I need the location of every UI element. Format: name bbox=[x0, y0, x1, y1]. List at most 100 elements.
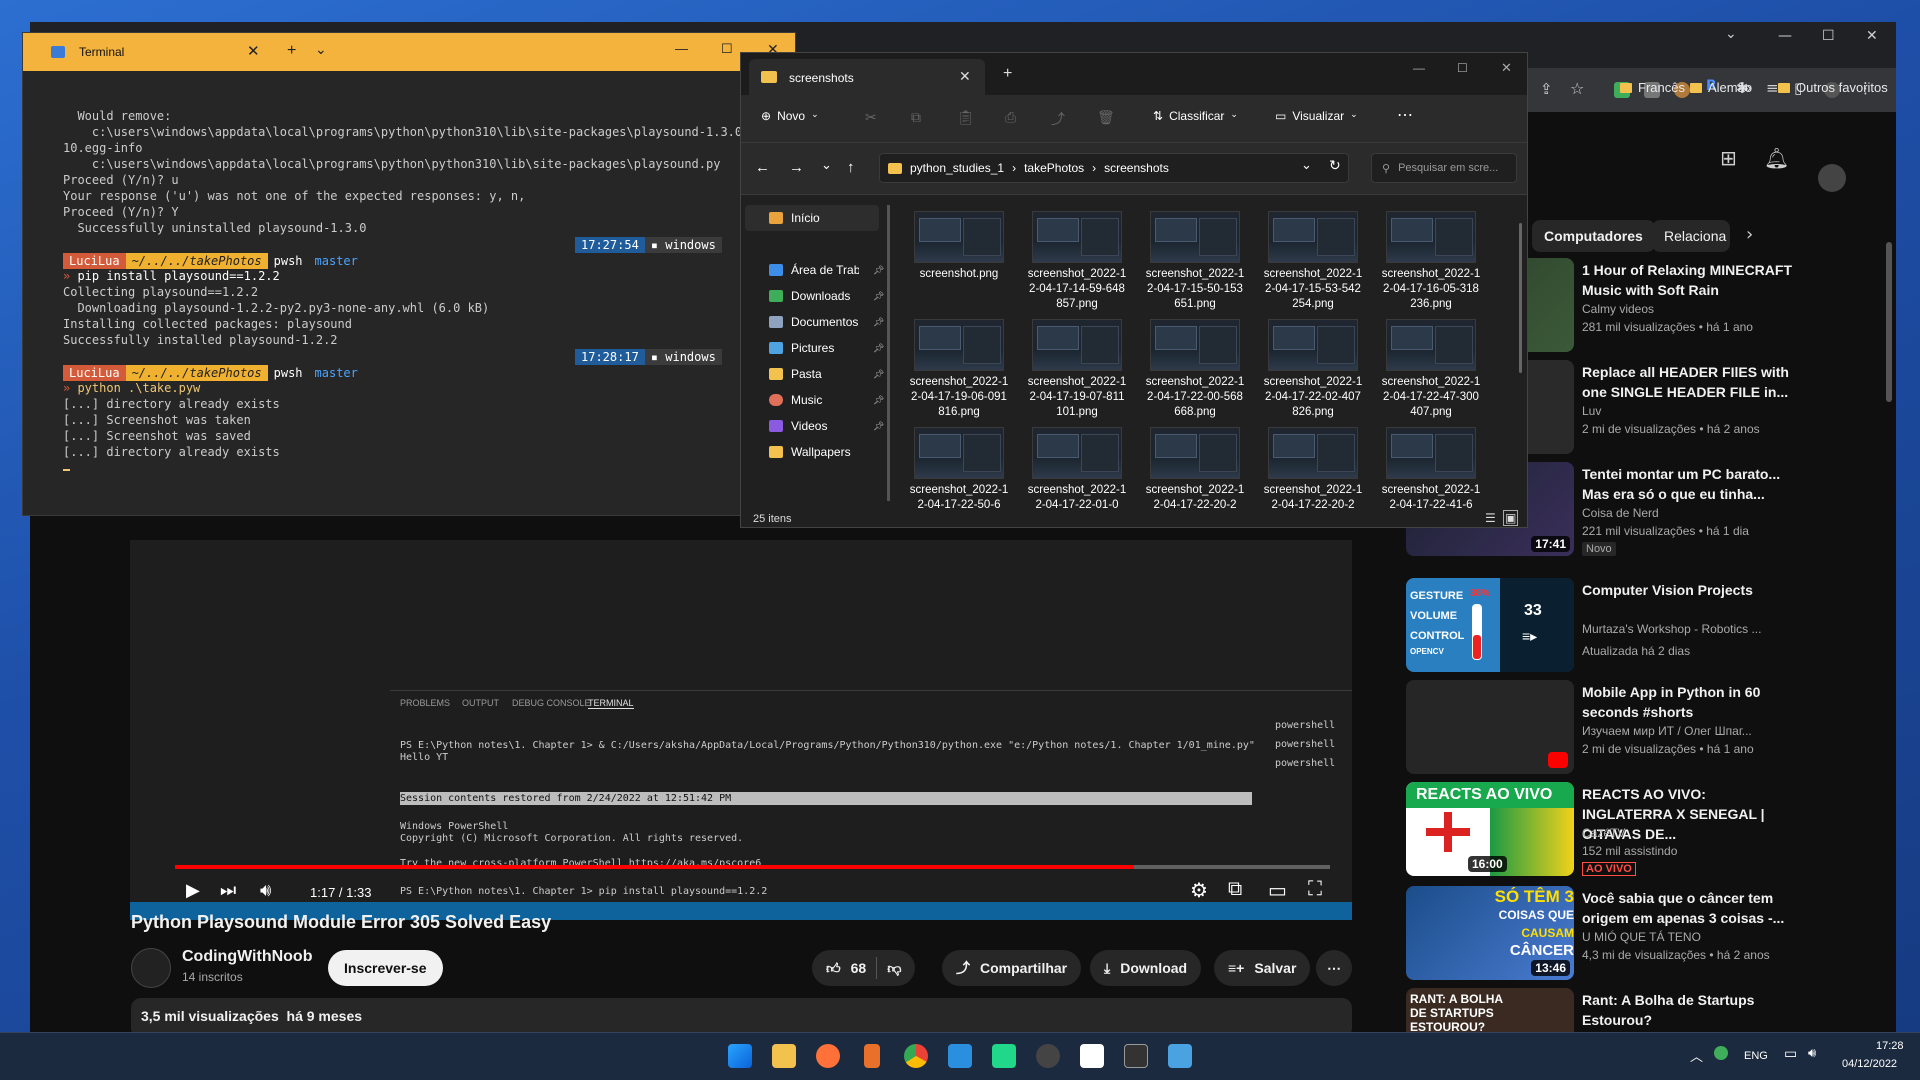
start-icon[interactable] bbox=[728, 1044, 752, 1068]
channel-avatar[interactable] bbox=[131, 948, 171, 988]
file-item[interactable]: screenshot_2022-12-04-17-15-53-542254.pn… bbox=[1263, 211, 1363, 312]
file-item[interactable]: screenshot_2022-12-04-17-22-00-568668.pn… bbox=[1145, 319, 1245, 420]
share-button[interactable]: ⤴ Compartilhar bbox=[942, 950, 1082, 986]
vscode-icon[interactable] bbox=[948, 1044, 972, 1068]
file-item[interactable]: screenshot_2022-12-04-17-22-02-407826.pn… bbox=[1263, 319, 1363, 420]
more-actions-button[interactable]: ⋯ bbox=[1316, 950, 1352, 986]
fullscreen-icon[interactable]: ⛶ bbox=[1308, 878, 1322, 901]
close-icon[interactable]: ✕ bbox=[1866, 28, 1878, 44]
file-explorer-icon[interactable] bbox=[772, 1044, 796, 1068]
settings-icon[interactable]: ⚙ bbox=[1190, 878, 1208, 903]
new-tab-icon[interactable]: + bbox=[287, 42, 296, 60]
details-view-icon[interactable]: ☰ bbox=[1485, 511, 1496, 525]
nav-downloads[interactable]: Downloads bbox=[769, 289, 850, 303]
chip-relacionados[interactable]: Relaciona bbox=[1652, 220, 1730, 252]
chevron-right-icon[interactable]: » bbox=[1744, 80, 1751, 95]
thumbs-down-icon[interactable]: 👎︎ bbox=[887, 960, 901, 977]
theater-icon[interactable]: ▭ bbox=[1268, 878, 1287, 903]
chevron-up-icon[interactable]: ︿ bbox=[1690, 1046, 1703, 1065]
explorer-tab[interactable]: screenshots ✕ bbox=[749, 59, 985, 95]
maximize-icon[interactable]: ☐ bbox=[721, 41, 733, 57]
create-video-icon[interactable]: ⊞ bbox=[1720, 146, 1737, 170]
new-tab-icon[interactable]: + bbox=[1003, 65, 1012, 83]
paste-icon[interactable]: 📋︎ bbox=[957, 109, 975, 126]
new-button[interactable]: ⊕ Novo ⌄ bbox=[761, 109, 819, 123]
minimize-icon[interactable]: — bbox=[1778, 28, 1792, 44]
share-icon[interactable]: ⤴ bbox=[1051, 109, 1065, 129]
file-item[interactable]: screenshot_2022-12-04-17-22-41-6 bbox=[1381, 427, 1481, 509]
microphone-icon[interactable] bbox=[864, 1044, 880, 1068]
volume-icon[interactable]: 🔊︎ bbox=[260, 880, 271, 901]
chevron-down-icon[interactable]: ⌄ bbox=[1301, 157, 1312, 173]
terminal-icon[interactable] bbox=[1124, 1044, 1148, 1068]
close-icon[interactable]: ✕ bbox=[1501, 60, 1512, 76]
save-button[interactable]: ≡+ Salvar bbox=[1214, 950, 1311, 986]
chevron-down-icon[interactable]: ⌄ bbox=[315, 41, 327, 58]
breadcrumb-item[interactable]: python_studies_1 bbox=[910, 161, 1004, 175]
file-item[interactable]: screenshot_2022-12-04-17-14-59-648857.pn… bbox=[1027, 211, 1127, 312]
address-bar[interactable]: python_studies_1 › takePhotos › screenshot… bbox=[879, 153, 1349, 183]
firefox-icon[interactable] bbox=[816, 1044, 840, 1068]
account-avatar[interactable] bbox=[1818, 164, 1846, 192]
rec-video[interactable]: REACTS AO VIVO 16:00 REACTS AO VIVO: ING… bbox=[1406, 782, 1896, 876]
sort-button[interactable]: ⇅ Classificar ⌄ bbox=[1153, 109, 1238, 123]
minimize-icon[interactable]: — bbox=[675, 41, 688, 56]
delete-icon[interactable]: 🗑︎ bbox=[1097, 109, 1115, 126]
nav-music[interactable]: Music bbox=[769, 393, 822, 407]
minimize-icon[interactable]: — bbox=[1413, 61, 1425, 75]
nav-inicio[interactable]: Início bbox=[769, 211, 820, 225]
nav-wallpapers[interactable]: Wallpapers bbox=[769, 445, 851, 459]
tiles-view-icon[interactable]: ▣ bbox=[1503, 510, 1519, 526]
download-button[interactable]: ⤓ Download bbox=[1090, 950, 1202, 986]
rec-video[interactable]: GESTURE VOLUME CONTROL OPENCV 38% 33 ≡▸ Comp… bbox=[1406, 578, 1896, 672]
cut-icon[interactable]: ✂ bbox=[865, 109, 877, 126]
miniplayer-icon[interactable]: ⧉ bbox=[1228, 878, 1242, 901]
nav-pictures[interactable]: Pictures bbox=[769, 341, 834, 355]
chevron-right-icon[interactable]: › bbox=[1746, 224, 1753, 245]
subscribe-button[interactable]: Inscrever-se bbox=[328, 950, 443, 986]
bell-icon[interactable]: 🔔︎ bbox=[1764, 146, 1789, 170]
file-item[interactable]: screenshot_2022-12-04-17-19-07-811101.pn… bbox=[1027, 319, 1127, 420]
clock-time[interactable]: 17:28 bbox=[1876, 1040, 1904, 1052]
forward-icon[interactable]: → bbox=[789, 159, 804, 176]
rec-video[interactable]: RANT: A BOLHA DE STARTUPS ESTOUROU? Rant: … bbox=[1406, 988, 1896, 1032]
file-item[interactable]: screenshot_2022-12-04-17-22-50-6 bbox=[909, 427, 1009, 509]
maximize-icon[interactable]: ☐ bbox=[1457, 61, 1468, 75]
chevron-down-icon[interactable]: ⌄ bbox=[1725, 26, 1737, 42]
chrome-icon[interactable] bbox=[904, 1044, 928, 1068]
language-indicator[interactable]: ENG bbox=[1744, 1050, 1768, 1062]
network-icon[interactable] bbox=[1714, 1046, 1728, 1060]
file-item[interactable]: screenshot_2022-12-04-17-16-05-318236.pn… bbox=[1381, 211, 1481, 312]
file-item[interactable]: screenshot_2022-12-04-17-22-20-2 bbox=[1145, 427, 1245, 509]
rec-video[interactable]: Mobile App in Python in 60 seconds #shor… bbox=[1406, 680, 1896, 774]
monitor-icon[interactable]: ▭ bbox=[1784, 1045, 1797, 1062]
bookmark-alemao[interactable]: Alemão bbox=[1690, 80, 1752, 95]
breadcrumb-item[interactable]: screenshots bbox=[1104, 161, 1169, 175]
notion-icon[interactable] bbox=[1080, 1044, 1104, 1068]
queue-icon[interactable]: ≡ bbox=[1766, 79, 1779, 97]
description-box[interactable]: 3,5 mil visualizações há 9 meses bbox=[131, 998, 1352, 1032]
progress-bar[interactable] bbox=[175, 865, 1330, 869]
file-item[interactable]: screenshot_2022-12-04-17-22-47-300407.pn… bbox=[1381, 319, 1481, 420]
chevron-down-icon[interactable]: ⌄ bbox=[821, 157, 832, 173]
nav-documents[interactable]: Documentos bbox=[769, 315, 858, 329]
back-icon[interactable]: ← bbox=[755, 159, 770, 176]
nav-desktop[interactable]: Área de Trab bbox=[769, 263, 859, 277]
nav-pasta[interactable]: Pasta bbox=[769, 367, 822, 381]
search-input[interactable]: ⚲ Pesquisar em scre... bbox=[1371, 153, 1517, 183]
channel-name[interactable]: CodingWithNoob bbox=[182, 948, 312, 966]
bookmark-outros[interactable]: Outros favoritos bbox=[1778, 80, 1888, 95]
file-item[interactable]: screenshot.png bbox=[909, 211, 1009, 282]
scrollbar[interactable] bbox=[1882, 112, 1896, 1032]
next-icon[interactable]: ⏭︎ bbox=[220, 880, 236, 901]
pycharm-icon[interactable] bbox=[992, 1044, 1016, 1068]
rec-video[interactable]: SÓ TÊM 3 COISAS QUE CAUSAM CÂNCER 13:46 Voc… bbox=[1406, 886, 1896, 980]
play-icon[interactable]: ▶ bbox=[186, 880, 200, 901]
share-icon[interactable]: ⇪ bbox=[1540, 80, 1553, 98]
terminal-tab[interactable]: Terminal ✕ bbox=[31, 33, 287, 71]
close-tab-icon[interactable]: ✕ bbox=[959, 68, 971, 85]
obs-icon[interactable] bbox=[1036, 1044, 1060, 1068]
chip-computadores[interactable]: Computadores bbox=[1532, 220, 1655, 252]
refresh-icon[interactable]: ↻ bbox=[1329, 157, 1341, 174]
close-tab-icon[interactable]: ✕ bbox=[247, 42, 260, 60]
